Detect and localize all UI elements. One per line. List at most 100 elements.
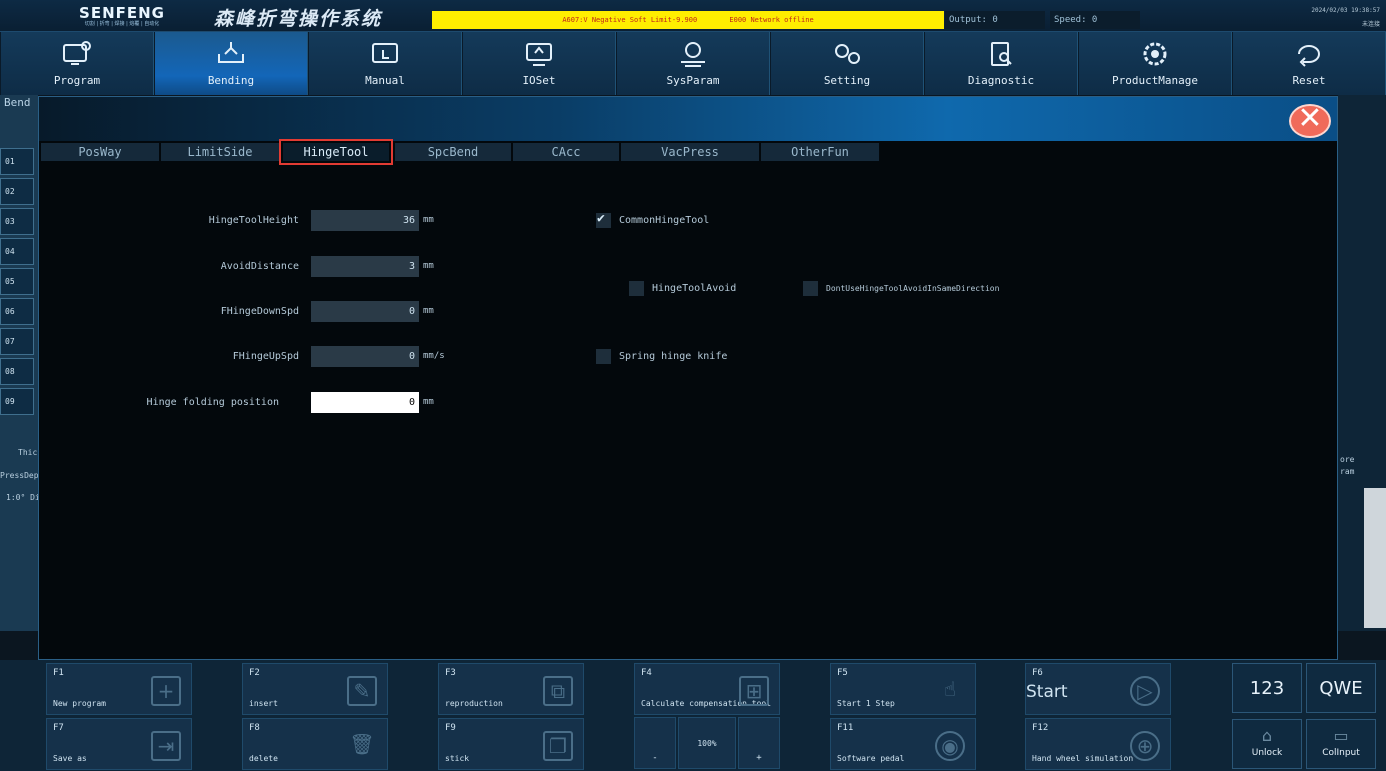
tab-vacpress[interactable]: VacPress bbox=[621, 143, 759, 161]
step-row-08[interactable]: 08 bbox=[0, 358, 34, 385]
avoid-distance-label: AvoidDistance bbox=[220, 261, 299, 272]
fhinge-down-spd-input[interactable]: 0 bbox=[311, 301, 419, 322]
nav-manual[interactable]: Manual bbox=[308, 32, 462, 95]
hinge-folding-position-label: Hinge folding position bbox=[146, 397, 279, 408]
step-row-02[interactable]: 02 bbox=[0, 178, 34, 205]
step-row-03[interactable]: 03 bbox=[0, 208, 34, 235]
nav-setting-label: Setting bbox=[823, 74, 871, 87]
tab-hingetool[interactable]: HingeTool bbox=[279, 139, 393, 165]
common-hinge-tool-checkbox[interactable] bbox=[596, 211, 611, 228]
f1-key: F1 bbox=[53, 668, 64, 678]
setting-icon bbox=[835, 44, 860, 64]
f5-key: F5 bbox=[837, 668, 848, 678]
nav-reset[interactable]: Reset bbox=[1232, 32, 1386, 95]
f8-label: delete bbox=[249, 754, 278, 763]
step-row-06[interactable]: 06 bbox=[0, 298, 34, 325]
f7-key: F7 bbox=[53, 723, 64, 733]
nav-productmanage[interactable]: ProductManage bbox=[1078, 32, 1232, 95]
dont-use-hinge-tool-avoid-checkbox[interactable] bbox=[803, 281, 818, 296]
tab-posway[interactable]: PosWay bbox=[41, 143, 159, 161]
avoid-distance-unit: mm bbox=[423, 261, 434, 271]
hinge-tool-avoid-label: HingeToolAvoid bbox=[652, 283, 737, 294]
nav-diagnostic-label: Diagnostic bbox=[967, 74, 1035, 87]
nav-bending[interactable]: Bending bbox=[154, 32, 308, 95]
f2-insert-button[interactable]: F2 insert ✎ bbox=[242, 663, 388, 715]
datetime-display: 2024/02/03 19:38:57 未连接 bbox=[1311, 4, 1380, 32]
tab-spcbend[interactable]: SpcBend bbox=[395, 143, 511, 161]
hinge-tool-height-input[interactable]: 36 bbox=[311, 210, 419, 231]
brand-tagline: 切割 | 折弯 | 焊接 | 熔覆 | 自动化 bbox=[84, 21, 160, 27]
pedal-icon: ◉ bbox=[935, 731, 965, 761]
paste-icon: ❐ bbox=[543, 731, 573, 761]
nav-program[interactable]: Program bbox=[0, 32, 154, 95]
tab-cacc[interactable]: CAcc bbox=[513, 143, 619, 161]
unlock-button[interactable]: ⌂ Unlock bbox=[1232, 719, 1302, 769]
header-bar: SENFENG 切割 | 折弯 | 焊接 | 熔覆 | 自动化 森峰折弯操作系统… bbox=[0, 0, 1386, 32]
hinge-folding-position-input[interactable]: 0 bbox=[311, 392, 419, 413]
play-icon: ▷ bbox=[1130, 676, 1160, 706]
program-icon bbox=[63, 41, 91, 65]
scrollbar[interactable] bbox=[1364, 488, 1386, 628]
step-row-07[interactable]: 07 bbox=[0, 328, 34, 355]
nav-sysparam[interactable]: SysParam bbox=[616, 32, 770, 95]
connection-status: 未连接 bbox=[1361, 21, 1380, 28]
fhinge-down-spd-label: FHingeDownSpd bbox=[220, 306, 299, 317]
step-row-01[interactable]: 01 bbox=[0, 148, 34, 175]
nav-ioset[interactable]: IOSet bbox=[462, 32, 616, 95]
avoid-distance-input[interactable]: 3 bbox=[311, 256, 419, 277]
f7-label: Save as bbox=[53, 754, 87, 763]
step-row-04[interactable]: 04 bbox=[0, 238, 34, 265]
nav-diagnostic[interactable]: Diagnostic bbox=[924, 32, 1078, 95]
alpha-keyboard-button[interactable]: QWE bbox=[1306, 663, 1376, 713]
ioset-icon bbox=[526, 43, 552, 66]
thickness-label: Thic bbox=[18, 448, 38, 457]
nav-productmanage-label: ProductManage bbox=[1111, 74, 1199, 87]
f5-start-1-step-button[interactable]: F5 Start 1 Step ☝ bbox=[830, 663, 976, 715]
date-text: 2024/02/03 19:38:57 bbox=[1311, 7, 1380, 14]
f8-delete-button[interactable]: F8 delete 🗑 bbox=[242, 718, 388, 770]
zoom-in-button[interactable]: + bbox=[738, 717, 780, 769]
reset-icon bbox=[1298, 45, 1320, 67]
close-button[interactable]: ✕ bbox=[1289, 104, 1331, 138]
f6-start-button[interactable]: F6 Start ▷ bbox=[1025, 663, 1171, 715]
fhinge-down-spd-unit: mm bbox=[423, 306, 434, 316]
f7-save-as-button[interactable]: F7 Save as ⇥ bbox=[46, 718, 192, 770]
right-panel-text: ore ram bbox=[1340, 455, 1355, 476]
f9-stick-button[interactable]: F9 stick ❐ bbox=[438, 718, 584, 770]
f1-label: New program bbox=[53, 699, 106, 708]
colinput-label: ColInput bbox=[1322, 748, 1360, 758]
tab-limitside[interactable]: LimitSide bbox=[161, 143, 279, 161]
hinge-folding-position-unit: mm bbox=[423, 397, 434, 407]
f12-hand-wheel-button[interactable]: F12 Hand wheel simulation ⊕ bbox=[1025, 718, 1171, 770]
input-icon: ▭ bbox=[1333, 726, 1349, 745]
nav-ioset-label: IOSet bbox=[522, 74, 556, 87]
colinput-button[interactable]: ▭ ColInput bbox=[1306, 719, 1376, 769]
f3-reproduction-button[interactable]: F3 reproduction ⧉ bbox=[438, 663, 584, 715]
f6-key: F6 bbox=[1032, 668, 1043, 678]
nav-setting[interactable]: Setting bbox=[770, 32, 924, 95]
common-hinge-tool-label: CommonHingeTool bbox=[619, 215, 710, 226]
zoom-out-button[interactable]: - bbox=[634, 717, 676, 769]
nav-bending-label: Bending bbox=[207, 74, 255, 87]
f5-label: Start 1 Step bbox=[837, 699, 895, 708]
f3-key: F3 bbox=[445, 668, 456, 678]
f2-key: F2 bbox=[249, 668, 260, 678]
step-row-09[interactable]: 09 bbox=[0, 388, 34, 415]
reproduction-icon: ⧉ bbox=[543, 676, 573, 706]
insert-icon: ✎ bbox=[347, 676, 377, 706]
f11-software-pedal-button[interactable]: F11 Software pedal ◉ bbox=[830, 718, 976, 770]
spring-hinge-knife-checkbox[interactable] bbox=[596, 349, 611, 364]
f12-label: Hand wheel simulation bbox=[1032, 754, 1134, 763]
f1-new-program-button[interactable]: F1 New program + bbox=[46, 663, 192, 715]
nav-manual-label: Manual bbox=[365, 74, 405, 87]
alarm-message-2: E000 Network offline bbox=[729, 16, 814, 24]
step-row-05[interactable]: 05 bbox=[0, 268, 34, 295]
f4-calculate-compensation-button[interactable]: F4 Calculate compensation tool ⊞ bbox=[634, 663, 780, 715]
fhinge-up-spd-input[interactable]: 0 bbox=[311, 346, 419, 367]
nav-sysparam-label: SysParam bbox=[666, 74, 720, 87]
tab-otherfun[interactable]: OtherFun bbox=[761, 143, 879, 161]
numeric-keyboard-button[interactable]: 123 bbox=[1232, 663, 1302, 713]
f4-key: F4 bbox=[641, 668, 652, 678]
alarm-bar[interactable]: A607:V Negative Soft Limit-9.900 E000 Ne… bbox=[432, 11, 944, 29]
hinge-tool-avoid-checkbox[interactable] bbox=[629, 281, 644, 296]
